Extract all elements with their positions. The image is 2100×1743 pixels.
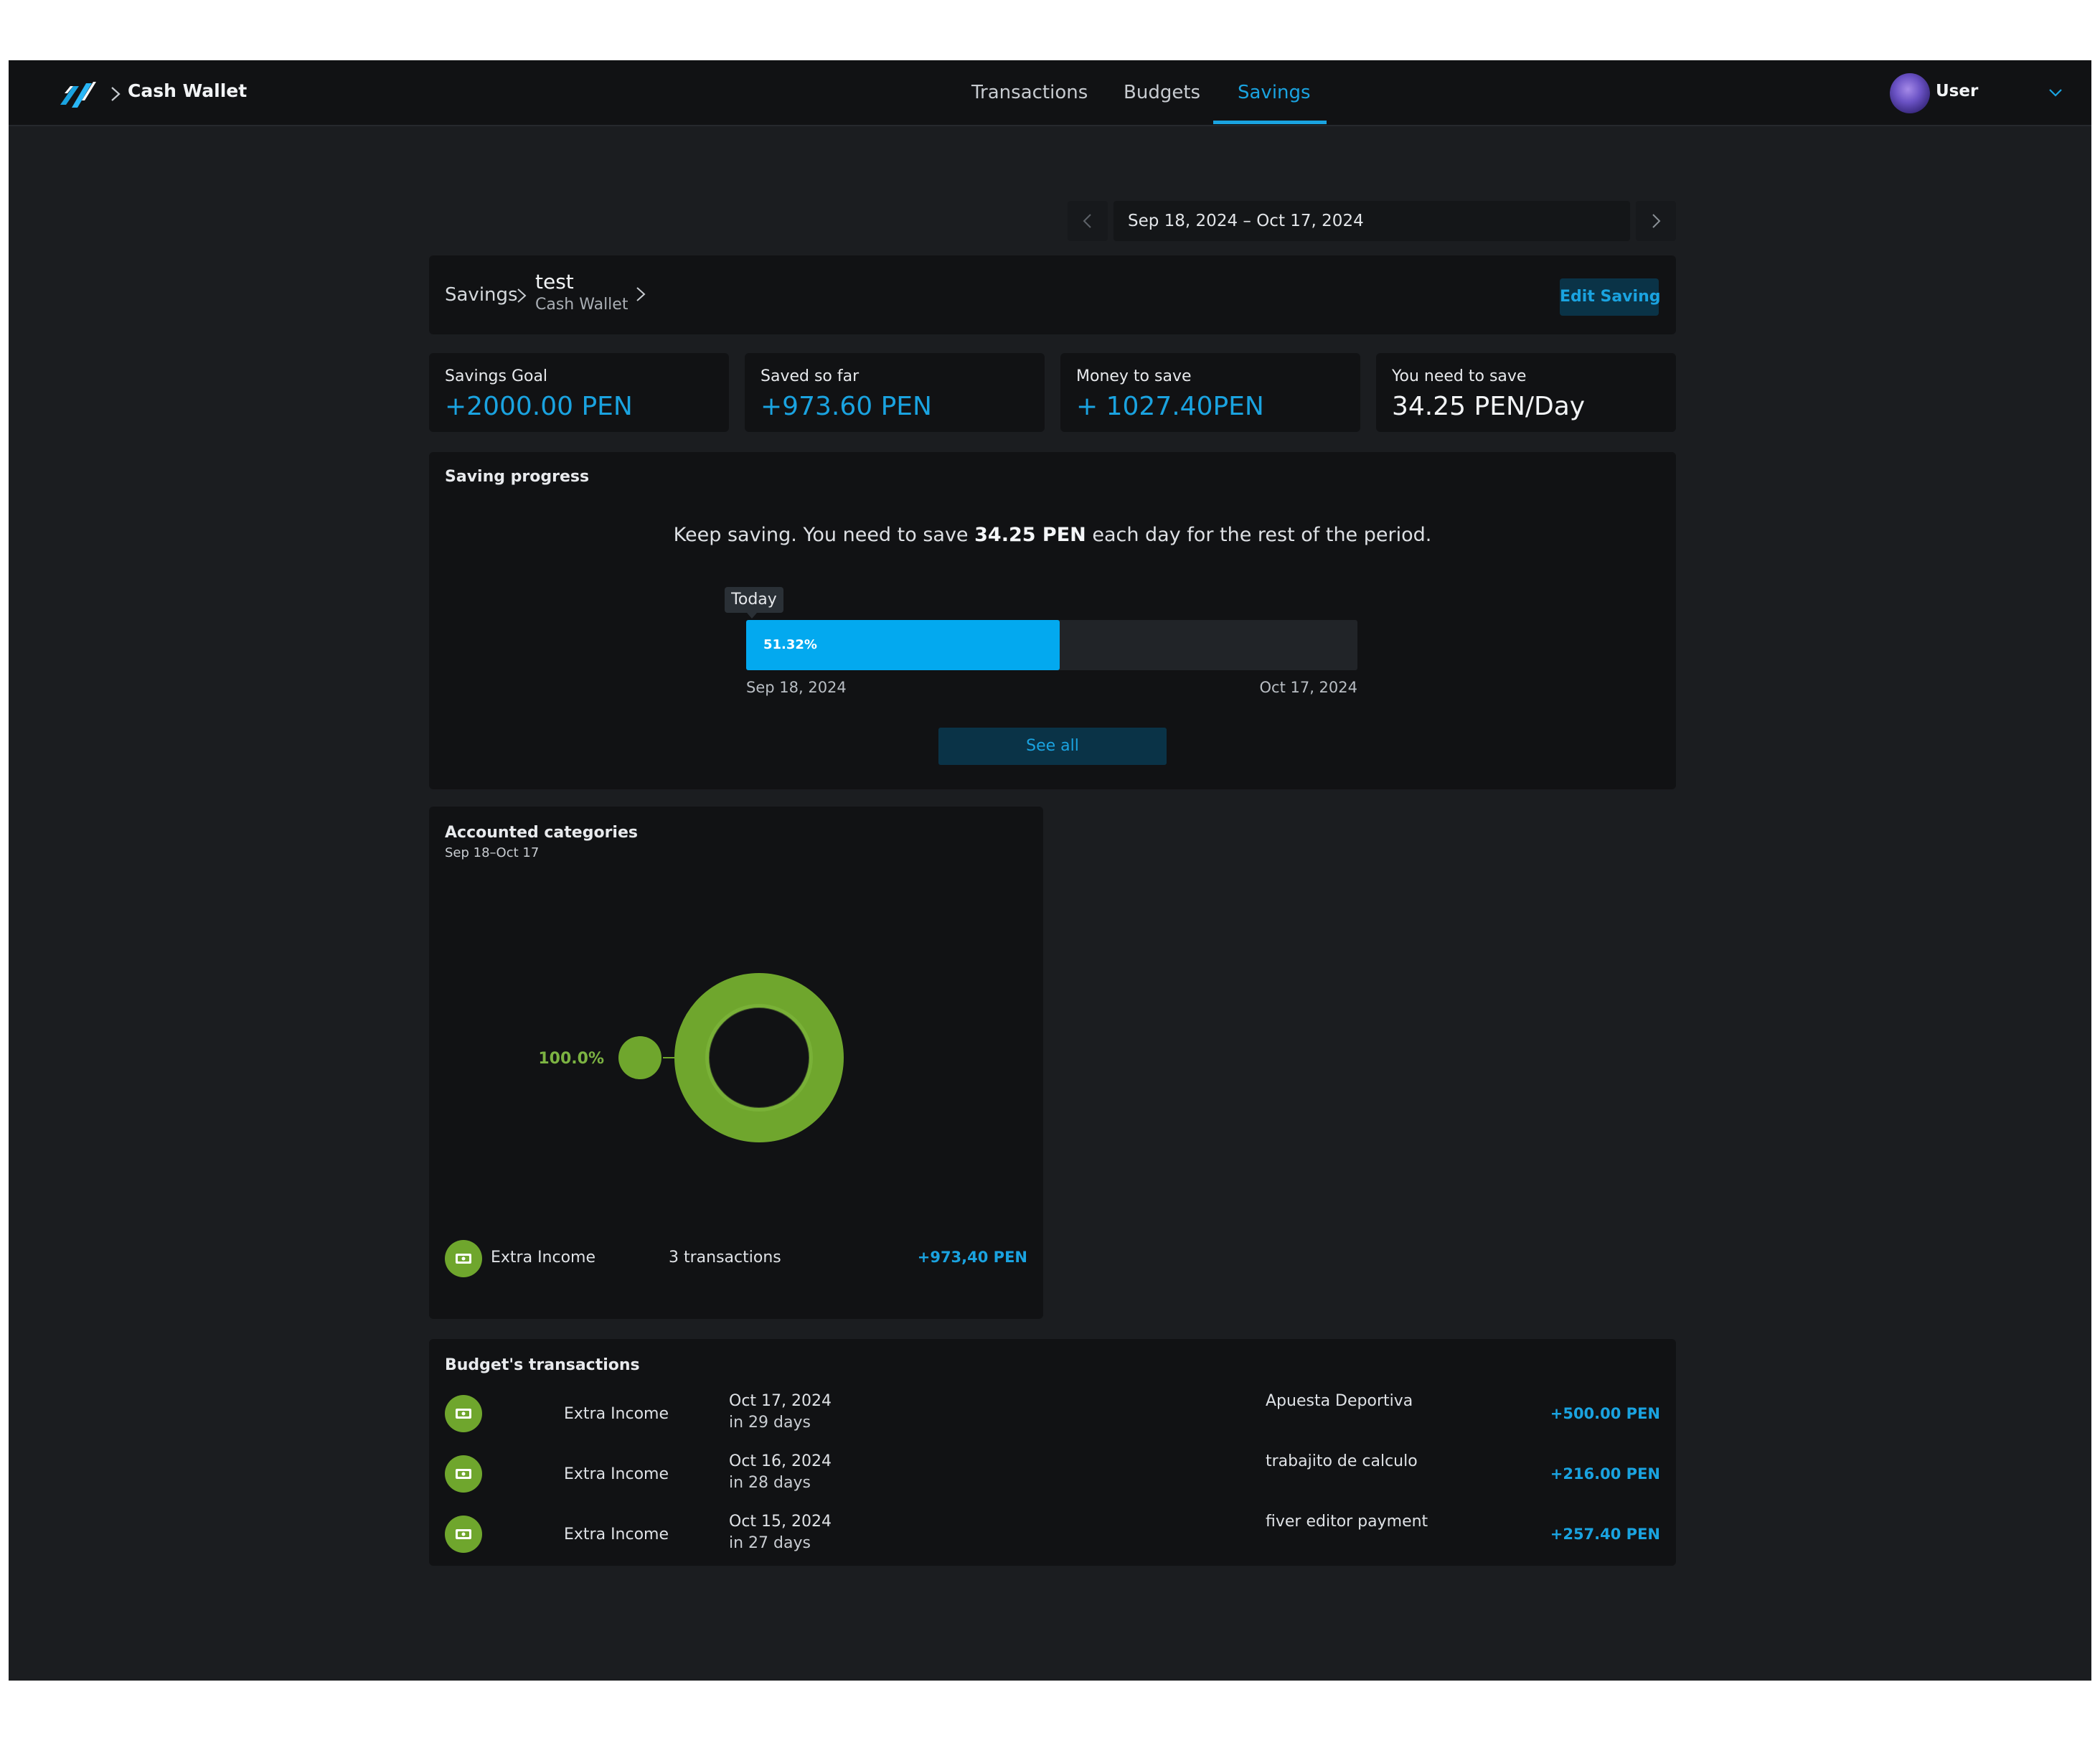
budget-transactions-card: Budget's transactions Extra Income Oct 1… [429,1339,1676,1566]
category-transaction-count: 3 transactions [669,1249,781,1267]
top-navigation-bar: Cash Wallet Transactions Budgets Savings… [9,60,2091,126]
transaction-amount: +257.40 PEN [1550,1526,1660,1543]
tab-transactions[interactable]: Transactions [971,82,1088,103]
app-window: Cash Wallet Transactions Budgets Savings… [9,60,2091,1681]
chevron-down-icon[interactable] [2046,83,2065,102]
progress-end-date: Oct 17, 2024 [1259,679,1358,696]
stat-card-money-to-save: Money to save + 1027.40PEN [1060,353,1360,432]
active-tab-indicator [1213,121,1327,124]
transaction-description: Apuesta Deportiva [1266,1392,1413,1410]
stat-label: Saved so far [761,367,860,385]
next-period-button[interactable] [1636,201,1676,241]
transaction-date: Oct 16, 2024 [729,1452,832,1470]
transaction-relative-date: in 28 days [729,1474,811,1492]
saving-header-card: Savings test Cash Wallet Edit Saving [429,255,1676,334]
progress-message: Keep saving. You need to save 34.25 PEN … [429,524,1676,546]
cash-icon [445,1240,482,1277]
avatar[interactable] [1890,73,1930,113]
message-text: each day for the rest of the period. [1086,524,1432,546]
cash-icon [445,1455,482,1493]
message-text: Keep saving. You need to save [673,524,975,546]
progress-bar: 51.32% [746,620,1357,670]
app-logo-icon[interactable] [57,76,96,111]
donut-ring[interactable] [674,973,844,1142]
chevron-right-icon [1652,214,1661,228]
stat-value: +2000.00 PEN [445,392,633,421]
table-row[interactable]: Extra Income Oct 17, 2024 in 29 days Apu… [429,1392,1676,1452]
chevron-right-icon [111,87,121,101]
stat-value: 34.25 PEN/Day [1392,392,1586,421]
wallet-name[interactable]: Cash Wallet [128,80,247,101]
progress-start-date: Sep 18, 2024 [746,679,847,696]
chevron-right-icon[interactable] [634,284,647,304]
tab-savings[interactable]: Savings [1238,82,1311,103]
user-name[interactable]: User [1936,82,1978,100]
accounted-categories-card: Accounted categories Sep 18–Oct 17 100.0… [429,807,1043,1319]
stat-card-need-to-save: You need to save 34.25 PEN/Day [1376,353,1676,432]
saving-wallet: Cash Wallet [535,296,628,314]
transaction-relative-date: in 29 days [729,1414,811,1432]
transaction-date: Oct 17, 2024 [729,1392,832,1410]
transaction-category: Extra Income [564,1405,669,1423]
message-amount: 34.25 PEN [974,524,1086,546]
donut-label-dot [618,1036,661,1079]
transaction-description: trabajito de calculo [1266,1452,1418,1470]
chevron-left-icon [1083,214,1091,228]
card-subtitle: Sep 18–Oct 17 [445,845,540,860]
transaction-date: Oct 15, 2024 [729,1513,832,1531]
transaction-amount: +500.00 PEN [1550,1405,1660,1422]
stat-card-saved-so-far: Saved so far +973.60 PEN [745,353,1045,432]
chevron-right-icon [517,288,527,303]
date-range-selector[interactable]: Sep 18, 2024 – Oct 17, 2024 [1113,201,1630,241]
transaction-category: Extra Income [564,1526,669,1544]
stat-label: Savings Goal [445,367,548,385]
stat-value: +973.60 PEN [761,392,932,421]
see-all-button[interactable]: See all [938,728,1167,765]
stat-label: Money to save [1076,367,1192,385]
transaction-amount: +216.00 PEN [1550,1465,1660,1483]
edit-saving-button[interactable]: Edit Saving [1560,278,1660,316]
previous-period-button[interactable] [1068,201,1108,241]
saving-name: test [535,270,574,293]
donut-percent-label: 100.0% [538,1050,604,1068]
card-title: Budget's transactions [445,1356,640,1374]
transaction-category: Extra Income [564,1465,669,1483]
today-marker: Today [725,587,783,613]
stat-value: + 1027.40PEN [1076,392,1264,421]
cash-icon [445,1395,482,1432]
card-title: Accounted categories [445,824,638,842]
stat-label: You need to save [1392,367,1527,385]
breadcrumb-savings-link[interactable]: Savings [445,284,518,306]
table-row[interactable]: Extra Income Oct 15, 2024 in 27 days fiv… [429,1513,1676,1573]
saving-progress-card: Saving progress Keep saving. You need to… [429,452,1676,789]
today-marker-caret [747,613,757,619]
stat-card-savings-goal: Savings Goal +2000.00 PEN [429,353,729,432]
tab-budgets[interactable]: Budgets [1124,82,1200,103]
table-row[interactable]: Extra Income Oct 16, 2024 in 28 days tra… [429,1452,1676,1513]
cash-icon [445,1516,482,1553]
transaction-relative-date: in 27 days [729,1534,811,1552]
category-donut-chart[interactable]: 100.0% [525,950,855,1165]
category-name: Extra Income [491,1249,596,1267]
donut-inner-ring [705,1004,813,1112]
category-amount: +973,40 PEN [917,1249,1027,1266]
card-title: Saving progress [445,468,590,486]
transaction-description: fiver editor payment [1266,1513,1428,1531]
progress-bar-fill: 51.32% [746,620,1060,670]
progress-percent: 51.32% [763,637,817,652]
